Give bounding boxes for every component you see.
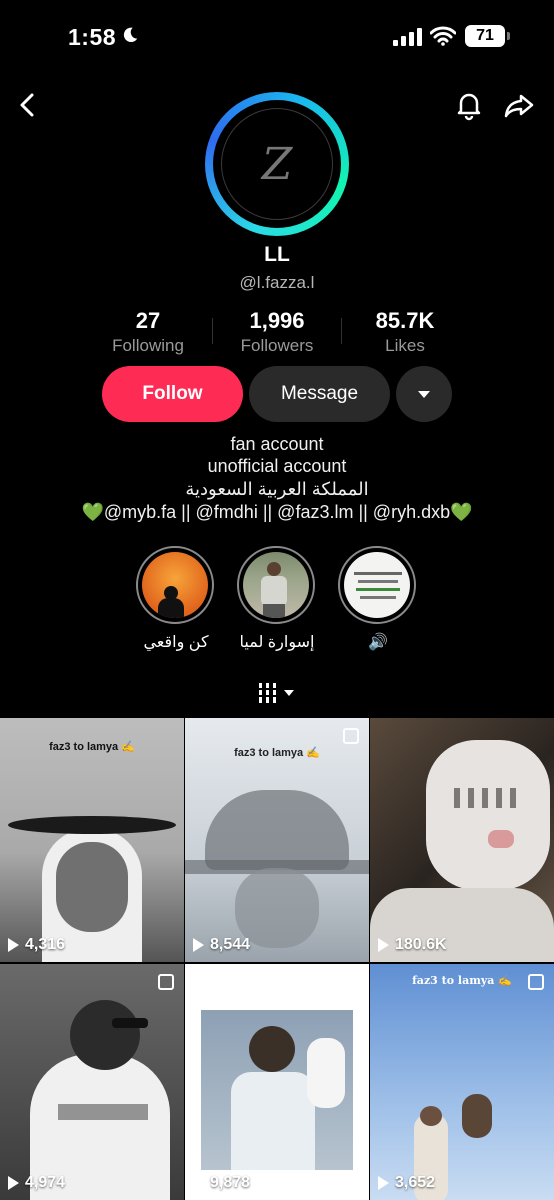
- bio-mentions[interactable]: 💚@myb.fa || @fmdhi || @faz3.lm || @ryh.d…: [0, 502, 554, 523]
- share-icon[interactable]: [502, 88, 536, 122]
- multi-photo-icon: [158, 974, 174, 990]
- highlight-item[interactable]: إسوارة لميا: [237, 546, 317, 652]
- username: @l.fazza.l: [239, 273, 315, 292]
- bio-line: fan account: [230, 434, 324, 454]
- highlight-thumbnail: [142, 552, 208, 618]
- video-tile[interactable]: faz3 to lamya ✍️ 8,544: [185, 718, 369, 962]
- video-caption: faz3 to lamya ✍️: [412, 974, 512, 987]
- highlight-item[interactable]: 🔊: [338, 546, 418, 652]
- battery-indicator: 71: [465, 25, 510, 47]
- highlight-label: 🔊: [368, 634, 388, 651]
- videos-grid-tab-icon[interactable]: [257, 680, 301, 706]
- likes-count: 85.7K: [375, 308, 435, 333]
- view-count: 180.6K: [378, 936, 447, 954]
- status-bar: 1:58 71: [0, 0, 554, 78]
- bio-line: unofficial account: [207, 456, 347, 476]
- stat-likes[interactable]: 85.7K Likes: [340, 308, 470, 356]
- video-tile[interactable]: 180.6K: [370, 718, 554, 962]
- highlight-label: إسوارة لميا: [239, 634, 315, 651]
- view-count: 4,316: [8, 936, 65, 954]
- wifi-icon: [430, 26, 456, 46]
- play-icon: [193, 938, 204, 952]
- video-tile[interactable]: 4,974: [0, 964, 184, 1200]
- follow-button[interactable]: Follow: [102, 366, 243, 422]
- suggested-accounts-dropdown[interactable]: [396, 366, 452, 422]
- avatar-monogram: Z: [261, 138, 293, 190]
- following-label: Following: [112, 336, 184, 355]
- bio-line: المملكة العربية السعودية: [185, 479, 369, 499]
- view-count: 4,974: [8, 1174, 65, 1192]
- view-count: 3,652: [378, 1174, 435, 1192]
- video-tile[interactable]: 9,878: [185, 964, 369, 1200]
- message-button[interactable]: Message: [249, 366, 390, 422]
- highlight-item[interactable]: كن واقعي: [136, 546, 216, 652]
- back-icon[interactable]: [12, 88, 46, 122]
- view-count: 9,878: [193, 1174, 250, 1192]
- signal-icon: [393, 28, 422, 46]
- display-name: LL: [264, 243, 290, 266]
- view-count: 8,544: [193, 936, 250, 954]
- multi-photo-icon: [343, 728, 359, 744]
- bell-icon[interactable]: [452, 88, 486, 122]
- play-icon: [8, 938, 19, 952]
- followers-count: 1,996: [249, 308, 305, 333]
- play-icon: [193, 1176, 204, 1190]
- likes-label: Likes: [385, 336, 425, 355]
- following-count: 27: [135, 308, 161, 333]
- avatar[interactable]: Z: [205, 92, 349, 236]
- status-time: 1:58: [68, 24, 117, 50]
- stat-following[interactable]: 27 Following: [83, 308, 213, 356]
- video-tile[interactable]: faz3 to lamya ✍️ 3,652: [370, 964, 554, 1200]
- highlight-thumbnail: [243, 552, 309, 618]
- highlight-label: كن واقعي: [143, 634, 209, 651]
- video-caption: faz3 to lamya ✍️: [49, 741, 135, 753]
- play-icon: [378, 938, 389, 952]
- followers-label: Followers: [240, 336, 314, 355]
- highlight-thumbnail: [344, 552, 410, 618]
- play-icon: [8, 1176, 19, 1190]
- stat-followers[interactable]: 1,996 Followers: [212, 308, 342, 356]
- moon-icon: [123, 27, 138, 43]
- video-caption: faz3 to lamya ✍️: [234, 747, 320, 759]
- video-grid: faz3 to lamya ✍️ 4,316 faz3 to lamya ✍️ …: [0, 718, 554, 1200]
- video-tile[interactable]: faz3 to lamya ✍️ 4,316: [0, 718, 184, 962]
- play-icon: [378, 1176, 389, 1190]
